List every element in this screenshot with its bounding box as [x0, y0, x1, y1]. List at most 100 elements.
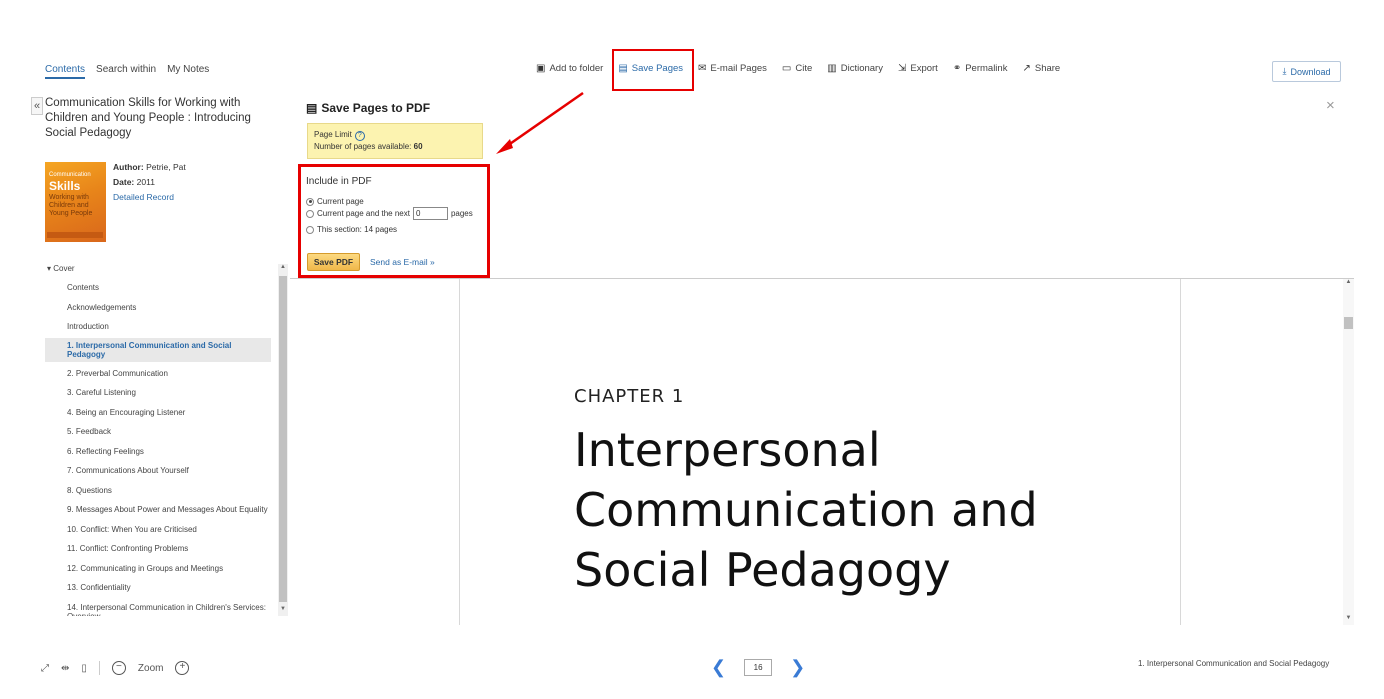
tab-my-notes[interactable]: My Notes — [167, 64, 209, 79]
toc-item[interactable]: 7. Communications About Yourself — [45, 464, 271, 477]
include-in-pdf-title: Include in PDF — [306, 176, 372, 187]
page-limit-label: Page Limit — [314, 130, 352, 139]
option-current-page[interactable]: Current page — [306, 197, 364, 206]
tab-contents[interactable]: Contents — [45, 64, 86, 79]
cover-top-text: Communication — [49, 172, 91, 178]
pages-available-value: 60 — [413, 142, 423, 151]
toc-item[interactable]: 6. Reflecting Feelings — [45, 445, 271, 458]
option-next-prefix: Current page and the next — [317, 209, 410, 218]
previous-page-icon[interactable]: ❮ — [711, 657, 726, 678]
share-button[interactable]: ↗ Share — [1022, 63, 1060, 74]
left-tabs: Contents Search within My Notes — [45, 64, 209, 79]
date-value: 2011 — [136, 177, 155, 187]
viewer-scrollbar[interactable]: ▲ ▼ — [1343, 279, 1354, 625]
cite-label: Cite — [795, 63, 813, 74]
envelope-icon: ✉ — [698, 63, 707, 74]
radio-this-section[interactable] — [306, 225, 314, 234]
send-as-email-link[interactable]: Send as E-mail » — [370, 257, 435, 267]
download-icon: ⤓ — [1282, 66, 1287, 76]
toc-item[interactable]: 11. Conflict: Confronting Problems — [45, 542, 271, 555]
dictionary-label: Dictionary — [840, 63, 883, 74]
scroll-down-arrow-icon[interactable]: ▼ — [278, 606, 288, 616]
help-icon[interactable]: ? — [354, 131, 365, 141]
tab-search-within[interactable]: Search within — [96, 64, 156, 79]
toc-cover-label: Cover — [53, 264, 75, 273]
close-icon[interactable]: × — [1326, 97, 1335, 114]
scrollbar-thumb[interactable] — [279, 276, 287, 602]
toc-item[interactable]: 1. Interpersonal Communication and Socia… — [45, 337, 271, 362]
email-pages-button[interactable]: ✉ E-mail Pages — [698, 63, 767, 74]
floppy-disk-icon: ▤ — [306, 101, 318, 115]
current-section-label: 1. Interpersonal Communication and Socia… — [1138, 659, 1330, 668]
panel-title-text: Save Pages to PDF — [321, 101, 431, 115]
toc-scrollbar[interactable]: ▲ ▼ — [278, 264, 288, 616]
cover-sub-text: Working with Children and Young People — [49, 194, 93, 217]
zoom-out-icon[interactable]: − — [111, 661, 126, 675]
radio-current-page[interactable] — [306, 197, 314, 206]
toc-item[interactable]: 8. Questions — [45, 484, 271, 497]
detailed-record-link[interactable]: Detailed Record — [113, 192, 174, 202]
toc-item[interactable]: 12. Communicating in Groups and Meetings — [45, 562, 271, 575]
save-pages-highlight-box — [612, 49, 694, 91]
toc-item[interactable]: 10. Conflict: When You are Criticised — [45, 523, 271, 536]
toc-item[interactable]: 13. Confidentiality — [45, 581, 271, 594]
page-limit-box: Page Limit? Number of pages available: 6… — [307, 123, 483, 159]
book-cover-image[interactable]: Communication Skills Working with Childr… — [45, 162, 106, 242]
fit-width-icon[interactable]: ⇹ — [61, 663, 69, 674]
fit-page-icon[interactable]: ▯ — [81, 663, 87, 674]
scroll-down-arrow-icon[interactable]: ▼ — [1343, 615, 1354, 625]
toc-item[interactable]: 3. Careful Listening — [45, 386, 271, 399]
option-this-section[interactable]: This section: 14 pages — [306, 225, 397, 234]
toc-item[interactable]: 2. Preverbal Communication — [45, 367, 271, 380]
toc-item[interactable]: 9. Messages About Power and Messages Abo… — [45, 503, 271, 516]
toc-item[interactable]: Contents — [45, 281, 271, 294]
download-label: Download — [1290, 66, 1331, 77]
next-pages-input[interactable]: 0 — [412, 207, 448, 220]
toc-cover-item[interactable]: ▾ Cover — [45, 264, 271, 273]
book-metadata: Author: Petrie, Pat Date: 2011 Detailed … — [113, 160, 186, 205]
page-number-input[interactable]: 16 — [744, 659, 773, 676]
view-controls: ⤢ ⇹ ▯ − Zoom + — [41, 661, 190, 675]
export-button[interactable]: ⇲ Export — [898, 63, 938, 74]
chapter-title: Interpersonal Communication and Social P… — [574, 423, 1038, 597]
email-pages-label: E-mail Pages — [710, 63, 767, 74]
collapse-sidebar-button[interactable]: « — [31, 97, 43, 115]
radio-current-and-next[interactable] — [306, 209, 314, 218]
chapter-label: CHAPTER 1 — [574, 386, 685, 407]
next-page-icon[interactable]: ❯ — [790, 657, 805, 678]
export-label: Export — [910, 63, 938, 74]
toc-item[interactable]: 5. Feedback — [45, 425, 271, 438]
author-label: Author: — [113, 162, 144, 172]
scroll-up-arrow-icon[interactable]: ▲ — [278, 264, 288, 274]
zoom-label: Zoom — [137, 662, 164, 674]
share-label: Share — [1034, 63, 1061, 74]
add-to-folder-button[interactable]: ▣ Add to folder — [536, 63, 603, 74]
toc-list: Contents Acknowledgements Introduction 1. I… — [45, 281, 271, 616]
download-button[interactable]: ⤓ Download — [1272, 61, 1341, 82]
red-arrow-annotation — [496, 91, 584, 154]
divider — [98, 661, 100, 675]
option-current-and-next[interactable]: Current page and the next 0 pages — [306, 207, 473, 220]
author-value: Petrie, Pat — [146, 162, 186, 172]
zoom-in-icon[interactable]: + — [175, 661, 190, 675]
scroll-up-arrow-icon[interactable]: ▲ — [1343, 279, 1354, 289]
share-icon: ↗ — [1022, 63, 1031, 74]
date-label: Date: — [113, 177, 135, 187]
book-title: Communication Skills for Working with Ch… — [45, 97, 251, 139]
toc-item[interactable]: Introduction — [45, 320, 271, 333]
toc-item[interactable]: 14. Interpersonal Communication in Child… — [45, 601, 271, 617]
scrollbar-thumb[interactable] — [1344, 317, 1353, 329]
dictionary-button[interactable]: ▥ Dictionary — [827, 63, 883, 74]
folder-plus-icon: ▣ — [536, 63, 546, 74]
export-icon: ⇲ — [897, 63, 907, 74]
cite-button[interactable]: ▭ Cite — [782, 63, 812, 74]
add-to-folder-label: Add to folder — [549, 63, 604, 74]
option-next-suffix: pages — [450, 209, 473, 218]
toc-item[interactable]: 4. Being an Encouraging Listener — [45, 406, 271, 419]
save-pdf-button[interactable]: Save PDF — [307, 253, 360, 271]
cover-main-text: Skills — [49, 179, 81, 193]
permalink-button[interactable]: ⚭ Permalink — [953, 63, 1008, 74]
toc-item[interactable]: Acknowledgements — [45, 301, 271, 314]
fullscreen-icon[interactable]: ⤢ — [41, 663, 49, 674]
option-this-section-label: This section: 14 pages — [317, 225, 398, 234]
